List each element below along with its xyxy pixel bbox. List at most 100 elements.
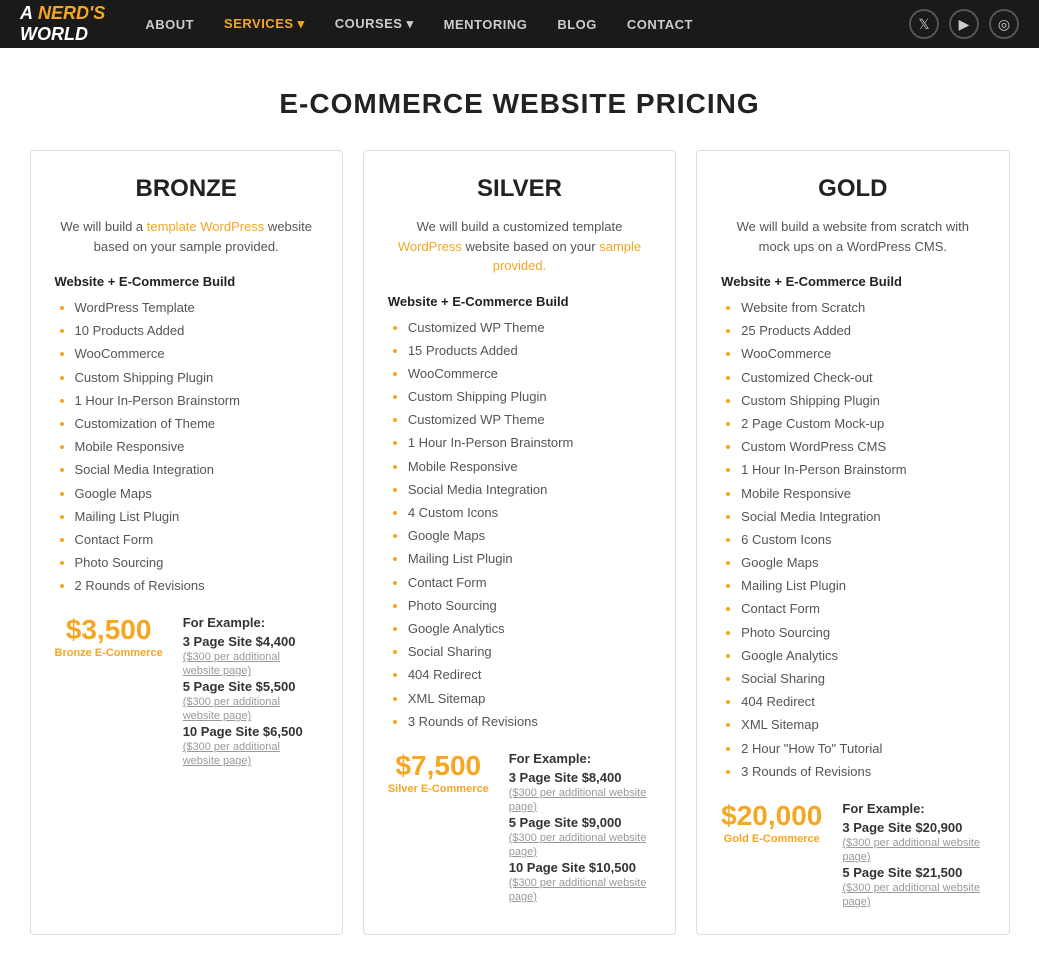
list-item: 2 Rounds of Revisions: [75, 577, 318, 595]
navbar: A NERD'SWORLD ABOUT SERVICES ▾ COURSES ▾…: [0, 0, 1039, 48]
youtube-icon[interactable]: ▶: [949, 9, 979, 39]
bronze-card: BRONZE We will build a template WordPres…: [30, 150, 343, 935]
list-item: 3 Rounds of Revisions: [408, 713, 651, 731]
list-item: 4 Custom Icons: [408, 504, 651, 522]
list-item: Photo Sourcing: [741, 624, 984, 642]
nav-services[interactable]: SERVICES ▾: [224, 16, 305, 32]
list-item: Social Sharing: [408, 643, 651, 661]
gold-price-examples: For Example: 3 Page Site $20,900 ($300 p…: [842, 801, 984, 910]
list-item: 2 Hour "How To" Tutorial: [741, 740, 984, 758]
list-item: Mailing List Plugin: [741, 577, 984, 595]
bronze-for-example: For Example:: [183, 615, 318, 630]
list-item: 15 Products Added: [408, 342, 651, 360]
list-item: WordPress Template: [75, 299, 318, 317]
gold-description: We will build a website from scratch wit…: [721, 217, 984, 256]
bronze-price-label: Bronze E-Commerce: [55, 646, 163, 660]
silver-pricing-footer: $7,500 Silver E-Commerce For Example: 3 …: [388, 751, 651, 905]
silver-price-main: $7,500 Silver E-Commerce: [388, 751, 489, 796]
site-logo[interactable]: A NERD'SWORLD: [20, 3, 105, 45]
list-item: Contact Form: [741, 600, 984, 618]
bronze-example-3: 10 Page Site $6,500 ($300 per additional…: [183, 724, 318, 767]
gold-price-amount: $20,000: [721, 801, 822, 832]
list-item: Customized Check-out: [741, 369, 984, 387]
list-item: Google Maps: [741, 554, 984, 572]
gold-title: GOLD: [721, 175, 984, 203]
list-item: XML Sitemap: [408, 690, 651, 708]
silver-price-examples: For Example: 3 Page Site $8,400 ($300 pe…: [509, 751, 651, 905]
silver-for-example: For Example:: [509, 751, 651, 766]
gold-example-2: 5 Page Site $21,500 ($300 per additional…: [842, 865, 984, 908]
list-item: Customization of Theme: [75, 415, 318, 433]
list-item: Google Maps: [408, 527, 651, 545]
silver-card: SILVER We will build a customized templa…: [363, 150, 676, 935]
list-item: Website from Scratch: [741, 299, 984, 317]
page-title: E-COMMERCE WEBSITE PRICING: [0, 48, 1039, 150]
list-item: Mobile Responsive: [741, 485, 984, 503]
list-item: Custom WordPress CMS: [741, 438, 984, 456]
gold-features: Website from Scratch 25 Products Added W…: [721, 299, 984, 781]
bronze-example-1: 3 Page Site $4,400 ($300 per additional …: [183, 634, 318, 677]
nav-blog[interactable]: BLOG: [557, 17, 597, 32]
gold-for-example: For Example:: [842, 801, 984, 816]
list-item: 1 Hour In-Person Brainstorm: [75, 392, 318, 410]
gold-card: GOLD We will build a website from scratc…: [696, 150, 1009, 935]
bronze-title: BRONZE: [55, 175, 318, 203]
list-item: Contact Form: [75, 531, 318, 549]
list-item: Photo Sourcing: [408, 597, 651, 615]
list-item: Social Sharing: [741, 670, 984, 688]
instagram-icon[interactable]: ◎: [989, 9, 1019, 39]
list-item: 404 Redirect: [408, 666, 651, 684]
bronze-pricing-footer: $3,500 Bronze E-Commerce For Example: 3 …: [55, 615, 318, 769]
list-item: 25 Products Added: [741, 322, 984, 340]
nav-courses[interactable]: COURSES ▾: [335, 16, 414, 32]
list-item: Mobile Responsive: [75, 438, 318, 456]
pricing-grid: BRONZE We will build a template WordPres…: [10, 150, 1030, 975]
list-item: Google Maps: [75, 485, 318, 503]
nav-mentoring[interactable]: MENTORING: [444, 17, 528, 32]
bronze-price-examples: For Example: 3 Page Site $4,400 ($300 pe…: [183, 615, 318, 769]
gold-price-label: Gold E-Commerce: [721, 832, 822, 846]
list-item: Custom Shipping Plugin: [741, 392, 984, 410]
list-item: Contact Form: [408, 574, 651, 592]
list-item: Mailing List Plugin: [75, 508, 318, 526]
bronze-price-main: $3,500 Bronze E-Commerce: [55, 615, 163, 660]
list-item: Customized WP Theme: [408, 411, 651, 429]
list-item: WooCommerce: [75, 345, 318, 363]
list-item: Social Media Integration: [741, 508, 984, 526]
silver-price-label: Silver E-Commerce: [388, 782, 489, 796]
list-item: 404 Redirect: [741, 693, 984, 711]
silver-example-2: 5 Page Site $9,000 ($300 per additional …: [509, 815, 651, 858]
list-item: Google Analytics: [741, 647, 984, 665]
list-item: Photo Sourcing: [75, 554, 318, 572]
list-item: WooCommerce: [408, 365, 651, 383]
list-item: WooCommerce: [741, 345, 984, 363]
twitter-icon[interactable]: 𝕏: [909, 9, 939, 39]
list-item: 2 Page Custom Mock-up: [741, 415, 984, 433]
list-item: 3 Rounds of Revisions: [741, 763, 984, 781]
silver-example-1: 3 Page Site $8,400 ($300 per additional …: [509, 770, 651, 813]
silver-example-3: 10 Page Site $10,500 ($300 per additiona…: [509, 860, 651, 903]
list-item: Social Media Integration: [75, 461, 318, 479]
list-item: Custom Shipping Plugin: [408, 388, 651, 406]
nav-about[interactable]: ABOUT: [145, 17, 194, 32]
silver-title: SILVER: [388, 175, 651, 203]
bronze-section-label: Website + E-Commerce Build: [55, 274, 318, 289]
bronze-price-amount: $3,500: [55, 615, 163, 646]
silver-features: Customized WP Theme 15 Products Added Wo…: [388, 319, 651, 731]
list-item: 1 Hour In-Person Brainstorm: [741, 461, 984, 479]
list-item: Social Media Integration: [408, 481, 651, 499]
list-item: Google Analytics: [408, 620, 651, 638]
silver-price-amount: $7,500: [388, 751, 489, 782]
list-item: Customized WP Theme: [408, 319, 651, 337]
gold-section-label: Website + E-Commerce Build: [721, 274, 984, 289]
bronze-features: WordPress Template 10 Products Added Woo…: [55, 299, 318, 595]
silver-description: We will build a customized template Word…: [388, 217, 651, 276]
list-item: 10 Products Added: [75, 322, 318, 340]
silver-section-label: Website + E-Commerce Build: [388, 294, 651, 309]
nav-contact[interactable]: CONTACT: [627, 17, 693, 32]
gold-pricing-footer: $20,000 Gold E-Commerce For Example: 3 P…: [721, 801, 984, 910]
list-item: 6 Custom Icons: [741, 531, 984, 549]
list-item: 1 Hour In-Person Brainstorm: [408, 434, 651, 452]
gold-example-1: 3 Page Site $20,900 ($300 per additional…: [842, 820, 984, 863]
bronze-example-2: 5 Page Site $5,500 ($300 per additional …: [183, 679, 318, 722]
